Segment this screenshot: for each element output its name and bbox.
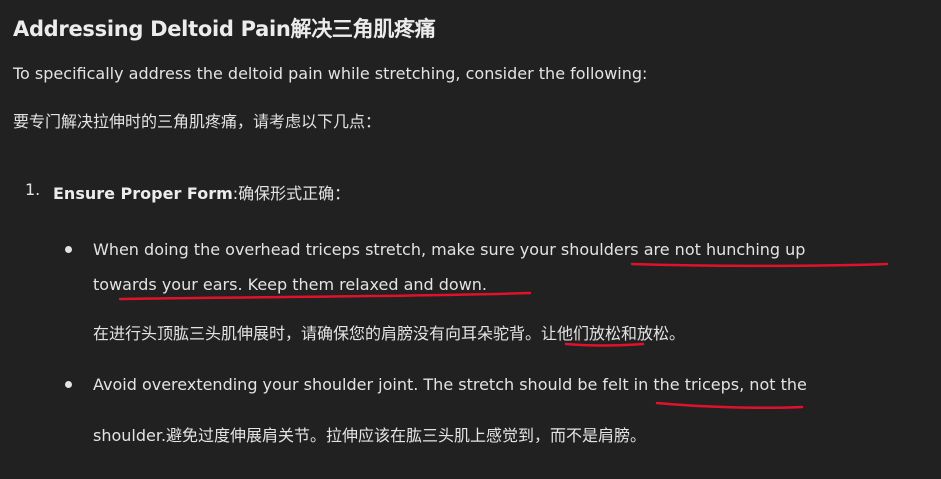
list-item-title-bold: Ensure Proper Form <box>53 184 233 203</box>
underline-felt-in-triceps <box>655 401 804 410</box>
bullet-2-line-2: shoulder.避免过度伸展肩关节。拉伸应该在肱三头肌上感觉到，而不是肩膀。 <box>93 426 647 445</box>
bullet-dot <box>65 381 72 388</box>
bullet-1-translation: 在进行头顶肱三头肌伸展时，请确保您的肩膀没有向耳朵驼背。让他们放松和放松。 <box>93 324 686 343</box>
underline-ears-hunch <box>564 342 645 347</box>
intro-chinese: 要专门解决拉伸时的三角肌疼痛，请考虑以下几点： <box>13 112 382 131</box>
list-item-title-rest: :确保形式正确： <box>232 184 351 203</box>
bullet-1-line-2: towards your ears. Keep them relaxed and… <box>93 275 488 294</box>
underline-shoulders-hunching <box>630 262 889 268</box>
bullet-dot <box>65 246 72 253</box>
section-heading: Addressing Deltoid Pain解决三角肌疼痛 <box>13 17 436 41</box>
bullet-2-line-1: Avoid overextending your shoulder joint.… <box>93 375 807 394</box>
list-item-number: 1. <box>25 180 41 199</box>
intro-english: To specifically address the deltoid pain… <box>13 64 648 83</box>
bullet-1-line-1: When doing the overhead triceps stretch,… <box>93 240 806 259</box>
list-item-title: Ensure Proper Form:确保形式正确： <box>53 180 350 204</box>
